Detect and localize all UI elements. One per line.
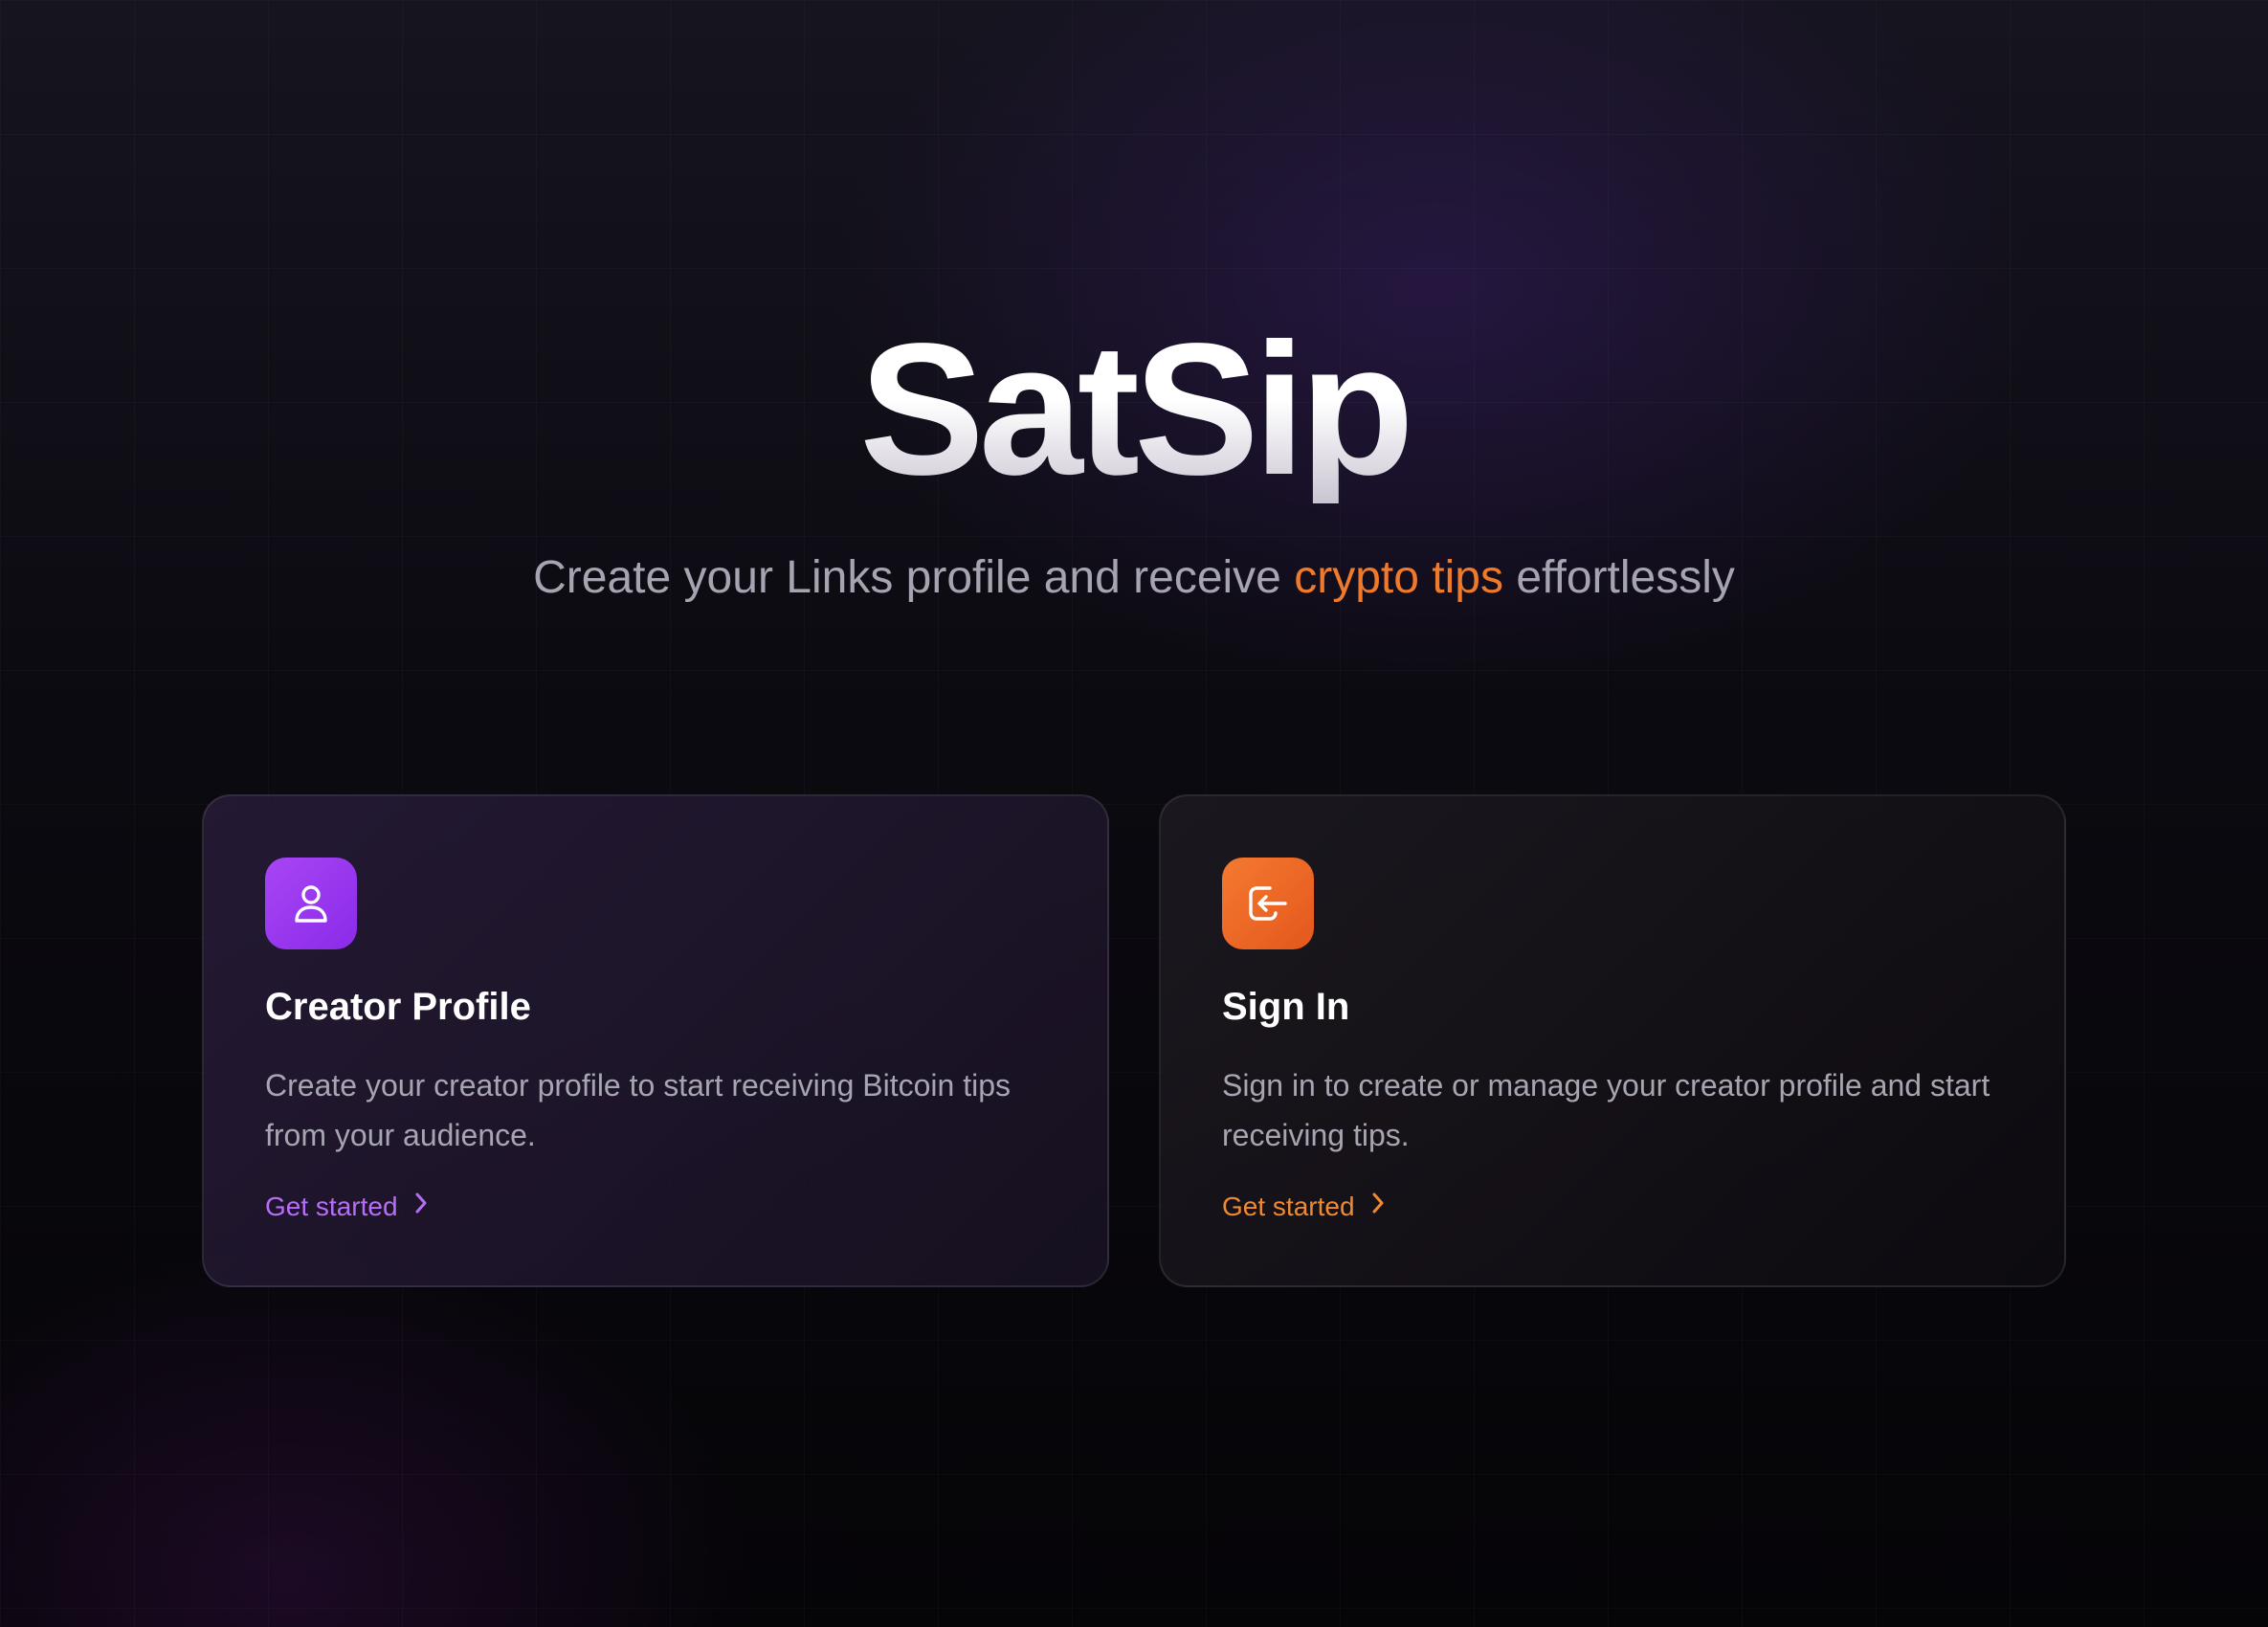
card-description: Create your creator profile to start rec… bbox=[265, 1068, 1011, 1152]
user-icon bbox=[265, 858, 357, 949]
card-title: Sign In bbox=[1222, 986, 1350, 1028]
tagline-prefix: Create your Links profile and receive bbox=[533, 552, 1281, 603]
hero: SatSip Create your Links profile and rec… bbox=[0, 316, 2268, 604]
creator-profile-card[interactable]: Creator Profile Create your creator prof… bbox=[202, 794, 1109, 1287]
chevron-right-icon bbox=[1370, 1191, 1386, 1222]
chevron-right-icon bbox=[413, 1191, 429, 1222]
page-title: SatSip bbox=[0, 316, 2268, 503]
cta-label: Get started bbox=[1222, 1191, 1355, 1221]
card-description: Sign in to create or manage your creator… bbox=[1222, 1068, 1990, 1152]
get-started-link[interactable]: Get started bbox=[265, 1191, 429, 1222]
cta-label: Get started bbox=[265, 1191, 398, 1221]
get-started-link[interactable]: Get started bbox=[1222, 1191, 1386, 1222]
sign-in-icon bbox=[1222, 858, 1314, 949]
tagline-suffix: effortlessly bbox=[1516, 552, 1735, 603]
sign-in-card[interactable]: Sign In Sign in to create or manage your… bbox=[1159, 794, 2066, 1287]
action-cards: Creator Profile Create your creator prof… bbox=[202, 794, 2068, 1289]
tagline-accent: crypto tips bbox=[1294, 552, 1503, 603]
tagline: Create your Links profile and receive cr… bbox=[0, 551, 2268, 604]
card-title: Creator Profile bbox=[265, 986, 531, 1028]
